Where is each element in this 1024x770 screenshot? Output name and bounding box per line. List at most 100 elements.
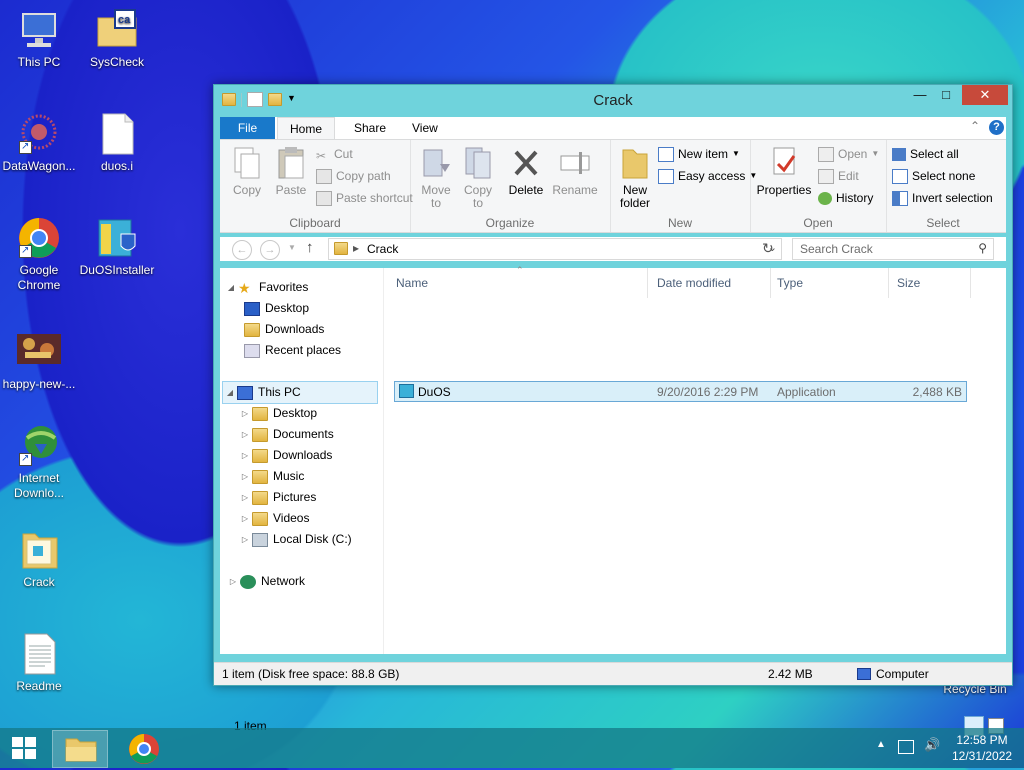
search-input[interactable]: Search Crack ⚲ xyxy=(792,238,994,260)
column-name[interactable]: Name xyxy=(390,268,648,298)
desktop-icon-syscheck[interactable]: ca SysCheck xyxy=(78,8,156,70)
desktop-icon-duos-i[interactable]: duos.i xyxy=(78,112,156,174)
desktop-icon-google-chrome[interactable]: Google Chrome xyxy=(0,216,78,293)
nav-pc-desktop[interactable]: ▷ Desktop xyxy=(238,403,317,424)
tab-home[interactable]: Home xyxy=(277,117,336,140)
tab-share[interactable]: Share xyxy=(342,117,398,139)
file-row[interactable]: DuOS 9/20/2016 2:29 PM Application 2,488… xyxy=(394,381,967,402)
chevron-down-icon: ▼ xyxy=(871,149,880,158)
clock[interactable]: 12:58 PM 12/31/2022 xyxy=(952,732,1012,764)
close-button[interactable]: ✕ xyxy=(962,85,1008,105)
rename-icon xyxy=(559,146,591,180)
maximize-button[interactable]: □ xyxy=(932,85,960,105)
taskbar-chrome[interactable] xyxy=(118,730,170,768)
collapse-arrow-icon: ▷ xyxy=(241,535,249,544)
file-size: 2,488 KB xyxy=(912,385,962,399)
copy-to-icon xyxy=(462,146,494,180)
folder-icon: ca xyxy=(95,8,139,52)
nav-favorites[interactable]: ◢ ★ Favorites xyxy=(224,277,308,298)
shortcut-arrow-icon xyxy=(19,451,32,466)
delete-button[interactable]: Delete xyxy=(504,146,548,197)
nav-pc-videos[interactable]: ▷ Videos xyxy=(238,508,309,529)
nav-this-pc[interactable]: ◢ This PC xyxy=(222,381,378,404)
nav-pc-pictures[interactable]: ▷ Pictures xyxy=(238,487,316,508)
desktop-icon-datawagon[interactable]: DataWagon... xyxy=(0,112,78,174)
taskbar: ▲ 🔊 12:58 PM 12/31/2022 xyxy=(0,728,1024,768)
desktop-icon-readme[interactable]: Readme xyxy=(0,632,78,694)
select-none-button[interactable]: Select none xyxy=(892,168,975,184)
open-button[interactable]: Open ▼ xyxy=(818,146,879,162)
network-tray-icon[interactable] xyxy=(898,740,914,754)
nav-recent-places[interactable]: Recent places xyxy=(244,340,341,361)
nav-fav-desktop[interactable]: Desktop xyxy=(244,298,309,319)
up-arrow-icon[interactable]: ↑ xyxy=(306,239,314,256)
taskbar-file-explorer[interactable] xyxy=(52,730,108,768)
tab-view[interactable]: View xyxy=(400,117,450,139)
installer-icon xyxy=(95,216,139,260)
recent-locations-icon[interactable]: ▼ xyxy=(288,243,296,252)
desktop-icon-this-pc[interactable]: This PC xyxy=(0,8,78,70)
copy-to-button[interactable]: Copy to xyxy=(458,146,498,210)
properties-button[interactable]: Properties xyxy=(754,146,814,197)
help-icon[interactable]: ? xyxy=(989,120,1004,135)
paste-shortcut-button[interactable]: Paste shortcut xyxy=(316,190,413,206)
edit-icon xyxy=(818,168,834,184)
volume-tray-icon[interactable]: 🔊 xyxy=(924,737,940,753)
easy-access-button[interactable]: Easy access ▼ xyxy=(658,168,757,184)
nav-fav-downloads[interactable]: Downloads xyxy=(244,319,324,340)
history-button[interactable]: History xyxy=(818,190,873,206)
cut-button[interactable]: ✂ Cut xyxy=(316,146,353,163)
show-hidden-icons-button[interactable]: ▲ xyxy=(876,739,886,750)
nav-pc-downloads[interactable]: ▷ Downloads xyxy=(238,445,332,466)
back-button[interactable]: ← xyxy=(232,240,252,260)
file-date: 9/20/2016 2:29 PM xyxy=(657,385,759,399)
chevron-up-icon[interactable]: ⌃ xyxy=(970,119,980,133)
downloads-icon xyxy=(244,322,260,337)
file-explorer-icon xyxy=(65,738,97,762)
column-size[interactable]: Size xyxy=(891,268,971,298)
nav-local-disk[interactable]: ▷ Local Disk (C:) xyxy=(238,529,352,550)
column-type[interactable]: Type xyxy=(771,268,889,298)
nav-pc-documents[interactable]: ▷ Documents xyxy=(238,424,334,445)
start-button[interactable] xyxy=(12,737,36,759)
file-type: Application xyxy=(777,385,836,399)
shortcut-arrow-icon xyxy=(19,243,32,258)
nav-pc-music[interactable]: ▷ Music xyxy=(238,466,304,487)
desktop-icon-label: Readme xyxy=(16,679,62,693)
paste-button[interactable]: Paste xyxy=(270,146,312,197)
tab-file[interactable]: File xyxy=(220,117,275,139)
new-item-button[interactable]: New item ▼ xyxy=(658,146,740,162)
copy-button[interactable]: Copy xyxy=(226,146,268,197)
pictures-folder-icon xyxy=(252,490,268,505)
desktop-icon-duosinstaller[interactable]: DuOSInstaller xyxy=(78,216,156,278)
copy-path-button[interactable]: Copy path xyxy=(316,168,391,184)
desktop-icon-internet-download[interactable]: Internet Downlo... xyxy=(0,424,78,501)
desktop-icon-happy-new[interactable]: happy-new-... xyxy=(0,330,78,392)
desktop-icon-label: This PC xyxy=(17,55,61,69)
group-label: New xyxy=(667,216,692,230)
rename-button[interactable]: Rename xyxy=(550,146,600,197)
refresh-icon[interactable]: ↻ xyxy=(762,240,774,257)
desktop-icon-label: Google Chrome xyxy=(17,263,61,292)
invert-selection-button[interactable]: Invert selection xyxy=(892,190,993,206)
select-all-button[interactable]: Select all xyxy=(892,146,959,162)
videos-folder-icon xyxy=(252,511,268,526)
address-path[interactable]: ▸ Crack ⌄ xyxy=(328,238,782,260)
clock-time: 12:58 PM xyxy=(956,733,1008,747)
title-bar[interactable]: ▼ Crack — □ ✕ xyxy=(214,85,1012,115)
group-label: Select xyxy=(926,216,960,230)
breadcrumb-crack[interactable]: Crack xyxy=(367,242,398,256)
edit-button[interactable]: Edit xyxy=(818,168,859,184)
nav-network[interactable]: ▷ Network xyxy=(226,571,305,592)
computer-icon xyxy=(17,8,61,52)
select-all-icon xyxy=(892,147,906,161)
open-icon xyxy=(818,146,834,162)
desktop-icon-crack[interactable]: Crack xyxy=(0,528,78,590)
new-folder-button[interactable]: New folder xyxy=(612,146,658,210)
forward-button[interactable]: → xyxy=(260,240,280,260)
status-text: 1 item (Disk free space: 88.8 GB) xyxy=(222,667,400,681)
column-date-modified[interactable]: Date modified xyxy=(651,268,771,298)
minimize-button[interactable]: — xyxy=(906,85,934,105)
move-to-button[interactable]: Move to xyxy=(416,146,456,210)
window-title: Crack xyxy=(593,92,633,109)
